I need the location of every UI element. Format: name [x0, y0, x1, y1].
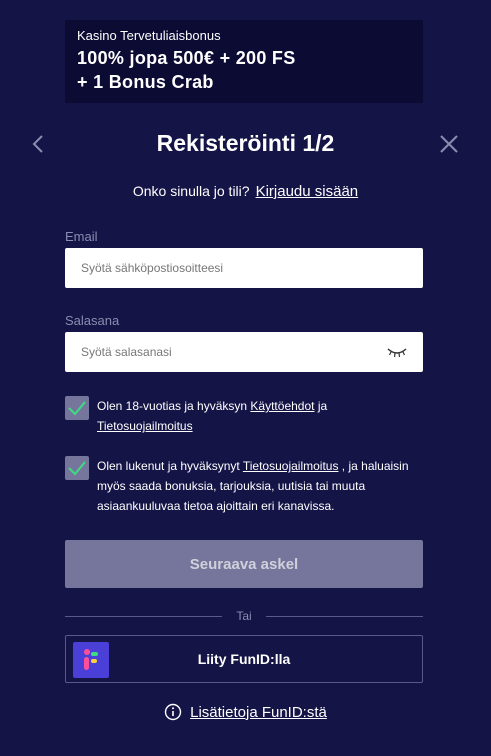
privacy-link[interactable]: Tietosuojailmoitus: [97, 419, 193, 433]
terms-consent-text: Olen 18-vuotias ja hyväksyn Käyttöehdot …: [97, 396, 327, 436]
email-label: Email: [65, 229, 98, 244]
funid-join-label: Liity FunID:lla: [197, 651, 291, 667]
marketing-privacy-link[interactable]: Tietosuojailmoitus: [243, 459, 339, 473]
login-prompt: Onko sinulla jo tili? Kirjaudu sisään: [0, 183, 491, 200]
terms-consent-row: Olen 18-vuotias ja hyväksyn Käyttöehdot …: [65, 396, 425, 436]
terms-text-2: ja: [314, 399, 328, 413]
password-label: Salasana: [65, 313, 120, 328]
info-icon: [164, 703, 182, 721]
login-link[interactable]: Kirjaudu sisään: [256, 183, 359, 200]
funid-logo: [73, 642, 109, 678]
bonus-headline-line1: 100% jopa 500€ + 200 FS: [77, 48, 296, 68]
password-field-container: [65, 332, 423, 372]
close-button[interactable]: [437, 132, 461, 156]
funid-join-button[interactable]: Liity FunID:lla: [65, 635, 423, 683]
password-input[interactable]: [81, 345, 387, 359]
close-icon: [440, 135, 458, 153]
marketing-consent-text: Olen lukenut ja hyväksynyt Tietosuojailm…: [97, 456, 425, 516]
funid-info-row: Lisätietoja FunID:stä: [0, 703, 491, 721]
email-field-container: [65, 248, 423, 288]
terms-link[interactable]: Käyttöehdot: [250, 399, 314, 413]
bonus-subtitle: Kasino Tervetuliaisbonus: [77, 28, 221, 43]
funid-info-link[interactable]: Lisätietoja FunID:stä: [190, 704, 327, 721]
marketing-consent-row: Olen lukenut ja hyväksynyt Tietosuojailm…: [65, 456, 425, 516]
email-input[interactable]: [81, 261, 407, 275]
next-step-button[interactable]: Seuraava askel: [65, 540, 423, 588]
bonus-headline-line2: + 1 Bonus Crab: [77, 72, 214, 92]
bonus-banner: Kasino Tervetuliaisbonus 100% jopa 500€ …: [65, 20, 423, 103]
marketing-text-1: Olen lukenut ja hyväksynyt: [97, 459, 243, 473]
or-divider-text: Tai: [236, 609, 252, 623]
terms-text-1: Olen 18-vuotias ja hyväksyn: [97, 399, 251, 413]
login-question: Onko sinulla jo tili?: [132, 183, 250, 199]
terms-checkbox[interactable]: [65, 396, 89, 420]
funid-logo-icon: [84, 649, 98, 670]
eye-closed-icon[interactable]: [387, 346, 407, 358]
page-title: Rekisteröinti 1/2: [156, 130, 335, 156]
marketing-checkbox[interactable]: [65, 456, 89, 480]
checkmark-icon: [68, 461, 86, 476]
or-divider: Tai: [65, 607, 423, 625]
checkmark-icon: [68, 401, 86, 416]
